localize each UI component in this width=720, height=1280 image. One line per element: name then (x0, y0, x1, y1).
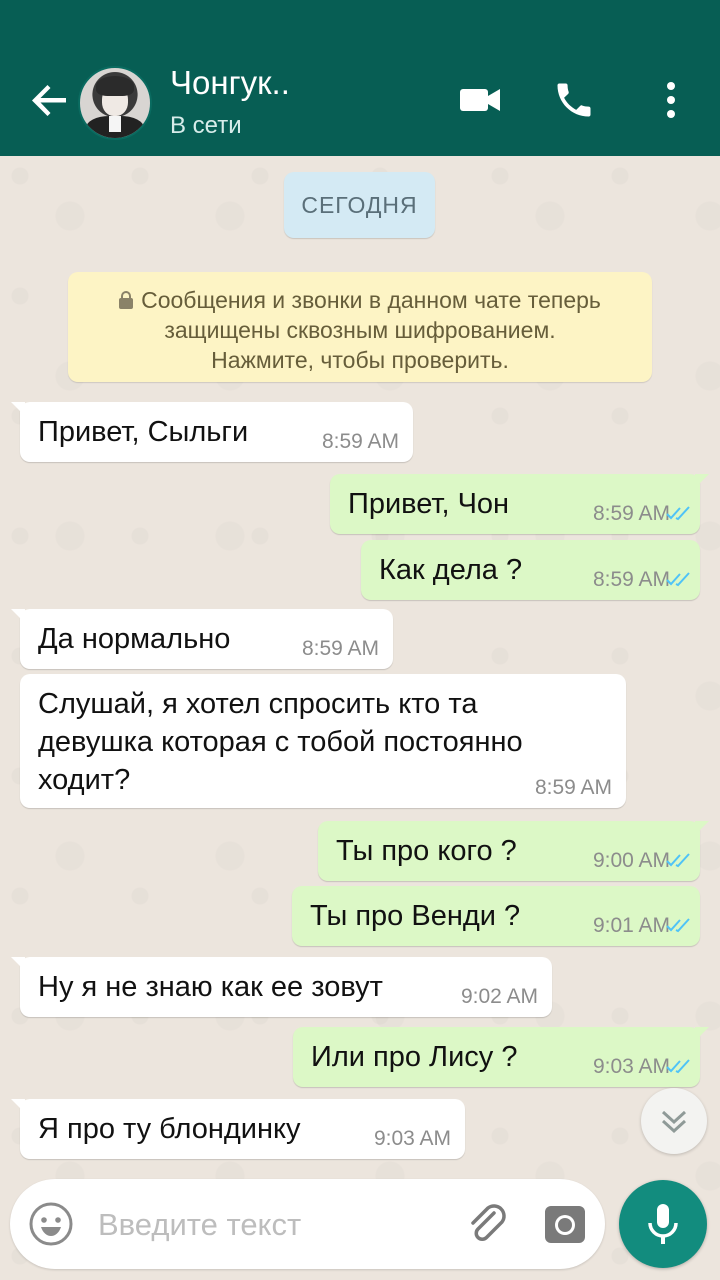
encryption-notice-line1: Сообщения и звонки в данном чате теперь (68, 285, 652, 315)
message-time: 8:59 AM (592, 502, 670, 525)
mic-button[interactable] (619, 1180, 707, 1268)
message-text: Да нормально (38, 623, 231, 655)
message-time: 9:01 AM (592, 914, 670, 937)
bubble-tail (695, 474, 709, 488)
message-incoming[interactable]: Привет, Сыльги 8:59 AM (11, 402, 413, 462)
bubble-tail (11, 957, 25, 971)
encryption-notice-line3: Нажмите, чтобы проверить. (211, 347, 509, 373)
message-text: Слушай, я хотел спросить кто та девушка … (38, 685, 523, 799)
message-incoming[interactable]: Да нормально 8:59 AM (11, 609, 393, 669)
avatar[interactable] (78, 66, 152, 140)
message-text: Я про ту блондинку (38, 1113, 301, 1145)
attach-icon[interactable] (464, 1201, 512, 1249)
message-input[interactable] (96, 1197, 450, 1253)
more-vert-icon[interactable] (654, 78, 688, 122)
read-ticks-icon (666, 918, 690, 933)
message-time: 8:59 AM (534, 776, 612, 799)
message-incoming[interactable]: Ну я не знаю как ее зовут 9:02 AM (11, 957, 552, 1017)
message-line: ходит? (38, 764, 131, 796)
contact-status: В сети (170, 112, 242, 139)
message-incoming[interactable]: Слушай, я хотел спросить кто та девушка … (20, 674, 626, 808)
mic-icon (648, 1204, 678, 1244)
message-outgoing[interactable]: Как дела ? 8:59 AM (361, 540, 700, 600)
bubble-tail (11, 609, 25, 623)
back-arrow-icon[interactable] (26, 76, 74, 124)
message-time: 9:02 AM (460, 985, 538, 1008)
camera-icon[interactable] (542, 1201, 588, 1247)
message-text: Ты про кого ? (336, 835, 517, 867)
bubble-tail (695, 1027, 709, 1041)
bubble-tail (11, 402, 25, 416)
video-call-icon[interactable] (458, 78, 502, 122)
chat-header: Чонгук.. В сети (0, 0, 720, 156)
message-incoming[interactable]: Я про ту блондинку 9:03 AM (11, 1099, 465, 1159)
message-outgoing[interactable]: Привет, Чон 8:59 AM (330, 474, 709, 534)
message-text: Привет, Сыльги (38, 416, 249, 448)
message-time: 9:03 AM (373, 1127, 451, 1150)
double-chevron-down-icon (661, 1110, 687, 1134)
read-ticks-icon (666, 506, 690, 521)
message-line: девушка которая с тобой постоянно (38, 726, 523, 758)
message-text: Ты про Венди ? (310, 900, 521, 932)
message-outgoing[interactable]: Или про Лису ? 9:03 AM (293, 1027, 709, 1087)
message-time: 9:00 AM (592, 849, 670, 872)
message-time: 8:59 AM (321, 430, 399, 453)
contact-name[interactable]: Чонгук.. (170, 64, 290, 102)
read-ticks-icon (666, 572, 690, 587)
message-text: Ну я не знаю как ее зовут (38, 971, 383, 1003)
date-chip: СЕГОДНЯ (284, 172, 435, 238)
message-text: Привет, Чон (348, 488, 510, 520)
phone-icon[interactable] (552, 78, 600, 122)
message-time: 8:59 AM (301, 637, 379, 660)
read-ticks-icon (666, 853, 690, 868)
message-time: 9:03 AM (592, 1055, 670, 1078)
read-ticks-icon (666, 1059, 690, 1074)
message-line: Слушай, я хотел спросить кто та (38, 688, 478, 720)
bubble-tail (11, 1099, 25, 1113)
encryption-notice[interactable]: Сообщения и звонки в данном чате теперь … (68, 272, 652, 382)
emoji-icon[interactable] (28, 1201, 74, 1247)
message-outgoing[interactable]: Ты про Венди ? 9:01 AM (292, 886, 700, 946)
avatar-hair (96, 76, 134, 96)
message-time: 8:59 AM (592, 568, 670, 591)
message-composer (10, 1179, 605, 1269)
message-outgoing[interactable]: Ты про кого ? 9:00 AM (318, 821, 709, 881)
avatar-collar (109, 116, 121, 132)
scroll-to-bottom-button[interactable] (641, 1088, 707, 1154)
message-text: Как дела ? (379, 554, 523, 586)
lock-icon (119, 291, 134, 309)
encryption-notice-line2: защищены сквозным шифрованием. (164, 317, 556, 343)
message-text: Или про Лису ? (311, 1041, 518, 1073)
bubble-tail (695, 821, 709, 835)
